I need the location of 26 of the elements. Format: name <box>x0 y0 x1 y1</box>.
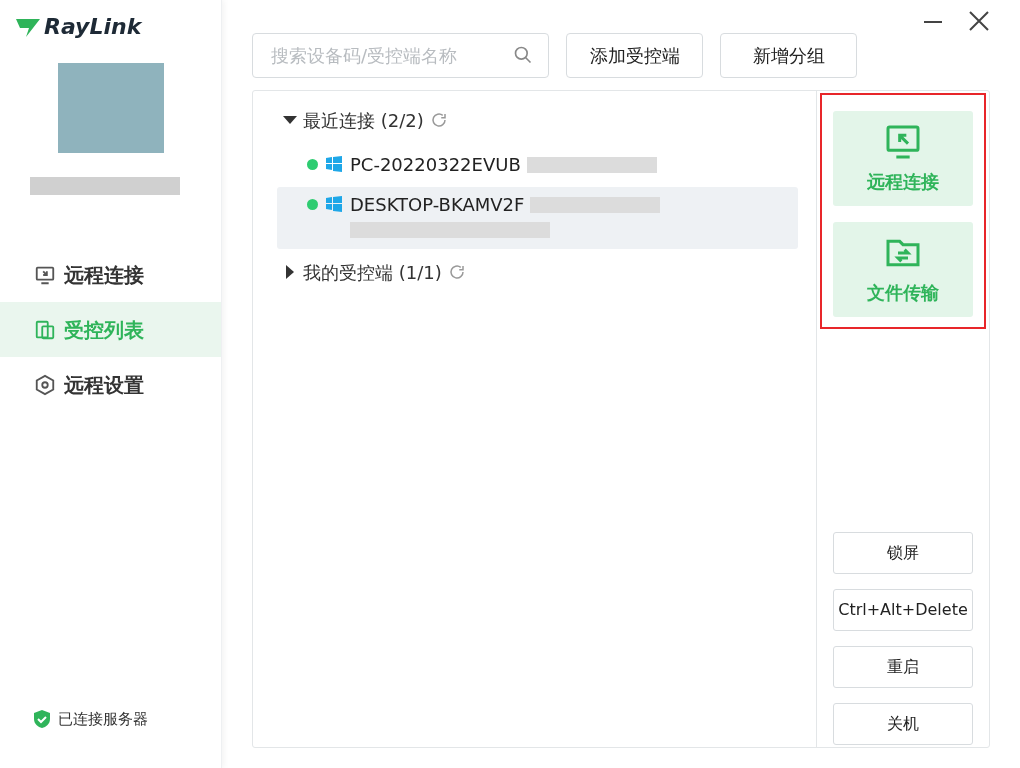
sidebar-item[interactable]: 远程连接 <box>0 247 221 302</box>
command-button[interactable]: Ctrl+Alt+Delete <box>833 589 973 631</box>
command-button[interactable]: 锁屏 <box>833 532 973 574</box>
search-icon <box>513 45 533 65</box>
search-field[interactable]: 搜索设备码/受控端名称 <box>252 33 549 78</box>
device-name: PC-20220322EVUB <box>350 153 521 177</box>
status-text: 已连接服务器 <box>58 708 148 730</box>
close-icon[interactable] <box>968 10 990 32</box>
hexagon-settings-icon <box>34 373 56 396</box>
command-button[interactable]: 关机 <box>833 703 973 745</box>
logo-text: RayLink <box>44 13 142 41</box>
command-button[interactable]: 重启 <box>833 646 973 688</box>
copy-icon <box>34 318 56 341</box>
device-row[interactable]: DESKTOP-BKAMV2F <box>277 187 798 249</box>
refresh-icon[interactable] <box>447 263 466 281</box>
toolbar-button[interactable]: 新增分组 <box>720 33 857 78</box>
group-header[interactable]: 最近连接 (2/2) <box>277 105 798 135</box>
group-header[interactable]: 我的受控端 (1/1) <box>277 257 798 287</box>
refresh-icon[interactable] <box>429 111 448 129</box>
device-row[interactable]: PC-20220322EVUB <box>277 147 798 179</box>
logo-icon <box>16 16 40 37</box>
sidebar-item[interactable]: 远程设置 <box>0 357 221 412</box>
toolbar-button[interactable]: 添加受控端 <box>566 33 703 78</box>
windows-icon <box>326 156 342 172</box>
device-name: DESKTOP-BKAMV2F <box>350 193 525 217</box>
windows-icon <box>326 196 342 212</box>
